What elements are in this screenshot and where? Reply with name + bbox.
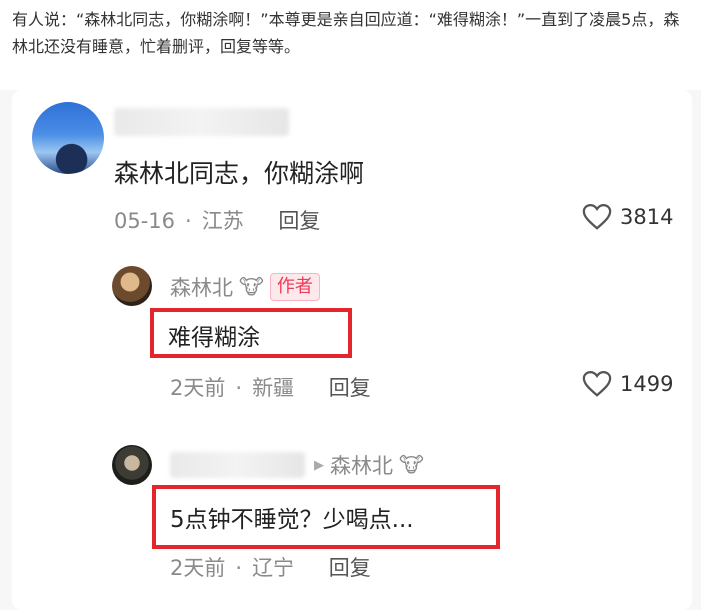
reply1-text: 难得糊涂 [168,325,260,351]
comment-screenshot: 森林北同志，你糊涂啊 05-16 · 江苏 回复 3814 森林北 🐮 作者 难得糊… [0,90,701,610]
meta-separator: · [235,556,243,580]
reply2-meta: 2天前 · 辽宁 回复 [170,552,371,582]
comment-date: 2天前 [170,376,226,400]
target-emoji-icon: 🐮 [399,453,424,477]
author-name-line: 森林北 🐮 作者 [170,272,320,302]
comment-date: 2天前 [170,556,226,580]
reply-target-line: ▶ 森林北 🐮 [314,450,424,480]
like-count: 1499 [620,372,674,396]
reply-button[interactable]: 回复 [329,556,371,580]
comment-location: 辽宁 [252,556,295,580]
author-badge: 作者 [269,273,320,301]
like-button[interactable]: 1499 [582,370,673,398]
reply-button[interactable]: 回复 [278,209,320,233]
reply2-text: 5点钟不睡觉？少喝点... [170,507,414,533]
author-emoji-icon: 🐮 [239,275,264,299]
like-button[interactable]: 3814 [582,203,673,231]
reply1-meta: 2天前 · 新疆 回复 [170,372,371,402]
comment-card: 森林北同志，你糊涂啊 05-16 · 江苏 回复 3814 森林北 🐮 作者 难得糊… [12,90,692,610]
meta-separator: · [235,376,243,400]
blurred-username [170,452,305,478]
reply-arrow-icon: ▶ [314,457,324,473]
meta-separator: · [185,209,192,233]
reply-target-name[interactable]: 森林北 [330,450,393,480]
author-avatar[interactable] [112,266,152,306]
comment-location: 新疆 [252,376,295,400]
main-comment-meta: 05-16 · 江苏 回复 [114,205,320,235]
heart-outline-icon [582,370,612,397]
like-count: 3814 [620,205,674,229]
author-name[interactable]: 森林北 [170,272,233,302]
blurred-username [114,108,289,136]
comment-location: 江苏 [201,209,244,233]
heart-outline-icon [582,203,612,230]
main-comment-text: 森林北同志，你糊涂啊 [114,159,365,188]
replier-avatar[interactable] [112,445,152,485]
commenter-avatar[interactable] [32,102,104,174]
reply-button[interactable]: 回复 [329,376,371,400]
article-caption: 有人说：“森林北同志，你糊涂啊！”本尊更是亲自回应道：“难得糊涂！”一直到了凌晨… [12,10,680,56]
comment-date: 05-16 [114,209,176,233]
